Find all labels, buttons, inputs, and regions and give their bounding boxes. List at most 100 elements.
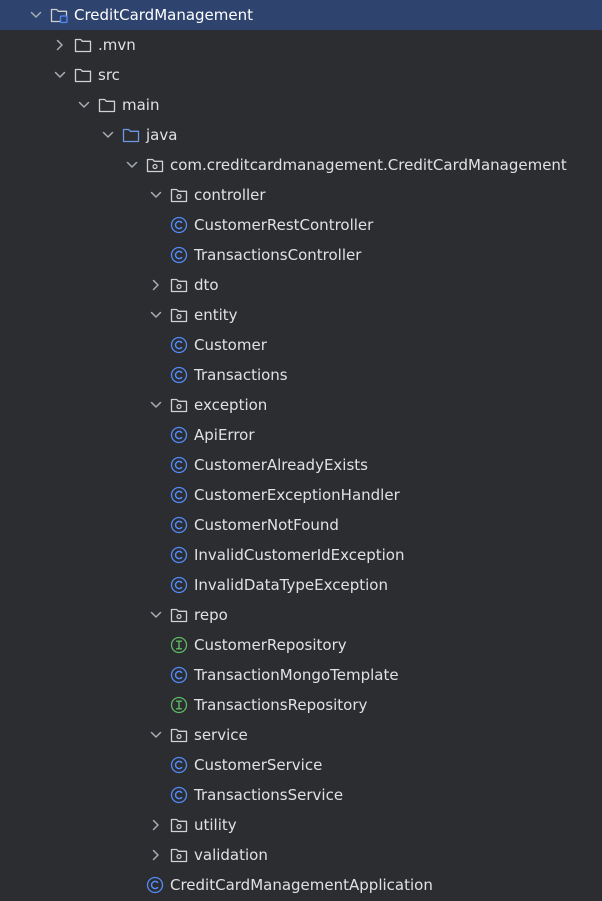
class-icon xyxy=(170,666,188,684)
tree-node-label: ApiError xyxy=(194,426,255,444)
package-icon xyxy=(170,846,188,864)
tree-node-label: InvalidCustomerIdException xyxy=(194,546,405,564)
tree-node-label: CustomerRestController xyxy=(194,216,374,234)
tree-node-repo[interactable]: repo xyxy=(0,600,602,630)
tree-node-root[interactable]: CreditCardManagement xyxy=(0,0,602,30)
interface-icon xyxy=(170,696,188,714)
tree-node-dto[interactable]: dto xyxy=(0,270,602,300)
package-icon xyxy=(170,726,188,744)
chevron-down-icon[interactable] xyxy=(148,607,164,623)
tree-node-label: dto xyxy=(194,276,219,294)
tree-node-label: entity xyxy=(194,306,238,324)
package-icon xyxy=(170,396,188,414)
tree-node-exception[interactable]: exception xyxy=(0,390,602,420)
tree-node-customer-service[interactable]: CustomerService xyxy=(0,750,602,780)
tree-node-invalid-customer-id-exception[interactable]: InvalidCustomerIdException xyxy=(0,540,602,570)
tree-node-label: TransactionsService xyxy=(194,786,344,804)
tree-node-label: validation xyxy=(194,846,268,864)
tree-node-label: CustomerAlreadyExists xyxy=(194,456,368,474)
tree-node-customer-rest-controller[interactable]: CustomerRestController xyxy=(0,210,602,240)
module-folder-icon xyxy=(50,6,68,24)
chevron-down-icon[interactable] xyxy=(148,187,164,203)
tree-node-label: TransactionMongoTemplate xyxy=(194,666,399,684)
tree-node-label: main xyxy=(122,96,160,114)
chevron-down-icon[interactable] xyxy=(124,157,140,173)
class-icon xyxy=(170,486,188,504)
class-icon xyxy=(146,876,164,894)
tree-node-mvn[interactable]: .mvn xyxy=(0,30,602,60)
tree-node-label: Transactions xyxy=(194,366,288,384)
tree-node-customer-exception-handler[interactable]: CustomerExceptionHandler xyxy=(0,480,602,510)
tree-node-transactions-controller[interactable]: TransactionsController xyxy=(0,240,602,270)
tree-node-main[interactable]: main xyxy=(0,90,602,120)
tree-node-transactions-service[interactable]: TransactionsService xyxy=(0,780,602,810)
tree-node-customer[interactable]: Customer xyxy=(0,330,602,360)
tree-node-label: controller xyxy=(194,186,266,204)
tree-node-label: com.creditcardmanagement.CreditCardManag… xyxy=(170,156,567,174)
class-icon xyxy=(170,246,188,264)
chevron-down-icon[interactable] xyxy=(28,7,44,23)
class-icon xyxy=(170,576,188,594)
tree-node-transaction-mongo-template[interactable]: TransactionMongoTemplate xyxy=(0,660,602,690)
tree-node-service[interactable]: service xyxy=(0,720,602,750)
tree-node-java[interactable]: java xyxy=(0,120,602,150)
chevron-down-icon[interactable] xyxy=(76,97,92,113)
tree-node-label: InvalidDataTypeException xyxy=(194,576,388,594)
class-icon xyxy=(170,756,188,774)
tree-node-customer-not-found[interactable]: CustomerNotFound xyxy=(0,510,602,540)
tree-node-customer-already-exists[interactable]: CustomerAlreadyExists xyxy=(0,450,602,480)
folder-icon xyxy=(74,66,92,84)
chevron-right-icon[interactable] xyxy=(52,37,68,53)
chevron-down-icon[interactable] xyxy=(148,727,164,743)
tree-node-customer-repository[interactable]: CustomerRepository xyxy=(0,630,602,660)
tree-node-label: repo xyxy=(194,606,228,624)
tree-node-label: CreditCardManagement xyxy=(74,6,254,24)
package-icon xyxy=(146,156,164,174)
tree-node-label: exception xyxy=(194,396,268,414)
chevron-right-icon[interactable] xyxy=(148,277,164,293)
tree-node-src[interactable]: src xyxy=(0,60,602,90)
folder-icon xyxy=(74,36,92,54)
tree-node-invalid-data-type-exception[interactable]: InvalidDataTypeException xyxy=(0,570,602,600)
tree-node-label: src xyxy=(98,66,120,84)
class-icon xyxy=(170,216,188,234)
tree-node-validation[interactable]: validation xyxy=(0,840,602,870)
tree-node-label: CustomerExceptionHandler xyxy=(194,486,400,504)
tree-node-label: utility xyxy=(194,816,237,834)
class-icon xyxy=(170,456,188,474)
chevron-right-icon[interactable] xyxy=(148,817,164,833)
chevron-down-icon[interactable] xyxy=(52,67,68,83)
class-icon xyxy=(170,366,188,384)
class-icon xyxy=(170,516,188,534)
tree-node-label: CustomerRepository xyxy=(194,636,347,654)
class-icon xyxy=(170,786,188,804)
package-icon xyxy=(170,816,188,834)
tree-node-controller[interactable]: controller xyxy=(0,180,602,210)
tree-node-label: TransactionsRepository xyxy=(194,696,368,714)
chevron-down-icon[interactable] xyxy=(148,307,164,323)
tree-node-application[interactable]: CreditCardManagementApplication xyxy=(0,870,602,901)
package-icon xyxy=(170,186,188,204)
tree-node-label: CustomerService xyxy=(194,756,323,774)
package-icon xyxy=(170,276,188,294)
tree-node-label: java xyxy=(146,126,178,144)
tree-node-label: CustomerNotFound xyxy=(194,516,339,534)
source-root-folder-icon xyxy=(122,126,140,144)
chevron-right-icon[interactable] xyxy=(148,847,164,863)
tree-node-label: service xyxy=(194,726,248,744)
tree-node-utility[interactable]: utility xyxy=(0,810,602,840)
class-icon xyxy=(170,426,188,444)
tree-node-transactions-repository[interactable]: TransactionsRepository xyxy=(0,690,602,720)
chevron-down-icon[interactable] xyxy=(148,397,164,413)
tree-node-label: Customer xyxy=(194,336,267,354)
chevron-down-icon[interactable] xyxy=(100,127,116,143)
tree-node-label: TransactionsController xyxy=(194,246,362,264)
tree-node-transactions[interactable]: Transactions xyxy=(0,360,602,390)
package-icon xyxy=(170,306,188,324)
class-icon xyxy=(170,336,188,354)
tree-node-api-error[interactable]: ApiError xyxy=(0,420,602,450)
tree-node-label: CreditCardManagementApplication xyxy=(170,876,433,894)
folder-icon xyxy=(98,96,116,114)
tree-node-entity[interactable]: entity xyxy=(0,300,602,330)
tree-node-package[interactable]: com.creditcardmanagement.CreditCardManag… xyxy=(0,150,602,180)
